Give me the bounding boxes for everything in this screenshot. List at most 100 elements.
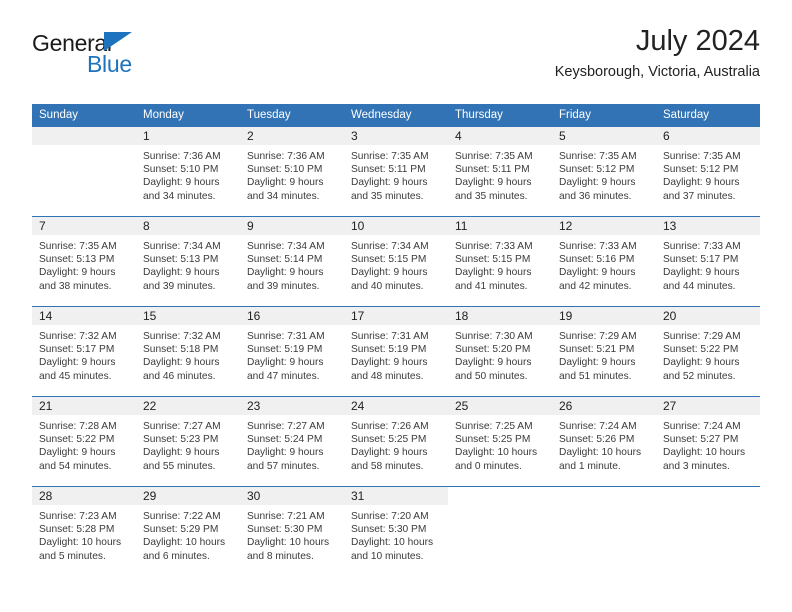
day-details: Sunrise: 7:34 AM Sunset: 5:13 PM Daylight:… (136, 235, 240, 293)
day-cell-inner: 18 Sunrise: 7:30 AM Sunset: 5:20 PM Dayligh… (448, 307, 552, 396)
sunrise-time: Sunrise: 7:34 AM (143, 241, 221, 252)
day-cell-inner: 25 Sunrise: 7:25 AM Sunset: 5:25 PM Dayligh… (448, 397, 552, 486)
daylight-duration-line1: Daylight: 10 hours (455, 447, 538, 459)
sunset-time: Sunset: 5:26 PM (559, 434, 635, 446)
daylight-duration-line1: Daylight: 9 hours (351, 267, 428, 279)
calendar-day-cell[interactable]: 6 Sunrise: 7:35 AM Sunset: 5:12 PM Daylight… (656, 127, 760, 217)
sunrise-time: Sunrise: 7:29 AM (663, 331, 741, 342)
calendar-day-cell[interactable]: 30 Sunrise: 7:21 AM Sunset: 5:30 PM Dayligh… (240, 486, 344, 576)
calendar-header-row: Sunday Monday Tuesday Wednesday Thursday… (32, 104, 760, 127)
daylight-duration-line1: Daylight: 9 hours (39, 267, 116, 279)
calendar-day-cell[interactable]: 24 Sunrise: 7:26 AM Sunset: 5:25 PM Dayligh… (344, 396, 448, 487)
sunset-time: Sunset: 5:25 PM (351, 434, 427, 446)
calendar-day-cell[interactable] (552, 486, 656, 576)
daylight-duration-line2: and 3 minutes. (663, 460, 730, 472)
daylight-duration-line1: Daylight: 9 hours (39, 357, 116, 369)
daylight-duration-line1: Daylight: 9 hours (455, 177, 532, 189)
sunrise-time: Sunrise: 7:29 AM (559, 331, 637, 342)
calendar-day-cell[interactable]: 4 Sunrise: 7:35 AM Sunset: 5:11 PM Daylight… (448, 127, 552, 217)
daylight-duration-line1: Daylight: 9 hours (559, 177, 636, 189)
daylight-duration-line2: and 42 minutes. (559, 280, 632, 292)
day-number: 12 (552, 217, 656, 235)
calendar-day-cell[interactable]: 21 Sunrise: 7:28 AM Sunset: 5:22 PM Dayligh… (32, 396, 136, 487)
sunrise-time: Sunrise: 7:22 AM (143, 511, 221, 522)
calendar-body: 1 Sunrise: 7:36 AM Sunset: 5:10 PM Daylight… (32, 127, 760, 576)
calendar-day-cell[interactable]: 10 Sunrise: 7:34 AM Sunset: 5:15 PM Dayligh… (344, 216, 448, 307)
calendar-day-cell[interactable]: 16 Sunrise: 7:31 AM Sunset: 5:19 PM Dayligh… (240, 306, 344, 397)
day-cell-inner (552, 487, 656, 576)
daylight-duration-line2: and 34 minutes. (143, 190, 216, 202)
daylight-duration-line2: and 36 minutes. (559, 190, 632, 202)
day-cell-inner: 5 Sunrise: 7:35 AM Sunset: 5:12 PM Daylight… (552, 127, 656, 216)
calendar-day-cell[interactable] (656, 486, 760, 576)
daylight-duration-line1: Daylight: 9 hours (247, 177, 324, 189)
day-cell-inner: 12 Sunrise: 7:33 AM Sunset: 5:16 PM Dayligh… (552, 217, 656, 306)
calendar-day-cell[interactable]: 31 Sunrise: 7:20 AM Sunset: 5:30 PM Dayligh… (344, 486, 448, 576)
day-number: 15 (136, 307, 240, 325)
calendar-day-cell[interactable]: 18 Sunrise: 7:30 AM Sunset: 5:20 PM Dayligh… (448, 306, 552, 397)
sunrise-time: Sunrise: 7:36 AM (143, 151, 221, 162)
daylight-duration-line1: Daylight: 9 hours (559, 357, 636, 369)
calendar-day-cell[interactable]: 14 Sunrise: 7:32 AM Sunset: 5:17 PM Dayligh… (32, 306, 136, 397)
day-number: 29 (136, 487, 240, 505)
calendar-day-cell[interactable]: 26 Sunrise: 7:24 AM Sunset: 5:26 PM Dayligh… (552, 396, 656, 487)
calendar-day-cell[interactable]: 20 Sunrise: 7:29 AM Sunset: 5:22 PM Dayligh… (656, 306, 760, 397)
day-number (552, 487, 656, 505)
daylight-duration-line1: Daylight: 9 hours (455, 267, 532, 279)
daylight-duration-line2: and 39 minutes. (247, 280, 320, 292)
calendar-day-cell[interactable]: 22 Sunrise: 7:27 AM Sunset: 5:23 PM Dayligh… (136, 396, 240, 487)
day-cell-inner: 10 Sunrise: 7:34 AM Sunset: 5:15 PM Dayligh… (344, 217, 448, 306)
calendar-day-cell[interactable]: 25 Sunrise: 7:25 AM Sunset: 5:25 PM Dayligh… (448, 396, 552, 487)
calendar-day-cell[interactable]: 29 Sunrise: 7:22 AM Sunset: 5:29 PM Dayligh… (136, 486, 240, 576)
daylight-duration-line1: Daylight: 9 hours (143, 177, 220, 189)
daylight-duration-line2: and 46 minutes. (143, 370, 216, 382)
calendar-day-cell[interactable]: 17 Sunrise: 7:31 AM Sunset: 5:19 PM Dayligh… (344, 306, 448, 397)
calendar-day-cell[interactable]: 19 Sunrise: 7:29 AM Sunset: 5:21 PM Dayligh… (552, 306, 656, 397)
calendar-week-row: 7 Sunrise: 7:35 AM Sunset: 5:13 PM Daylight… (32, 216, 760, 307)
weekday-header-monday: Monday (136, 104, 240, 127)
calendar-day-cell[interactable]: 23 Sunrise: 7:27 AM Sunset: 5:24 PM Dayligh… (240, 396, 344, 487)
daylight-duration-line2: and 5 minutes. (39, 550, 106, 562)
sunrise-time: Sunrise: 7:33 AM (559, 241, 637, 252)
calendar-day-cell[interactable]: 8 Sunrise: 7:34 AM Sunset: 5:13 PM Daylight… (136, 216, 240, 307)
day-details: Sunrise: 7:28 AM Sunset: 5:22 PM Daylight:… (32, 415, 136, 473)
calendar-day-cell[interactable] (32, 127, 136, 217)
sunrise-time: Sunrise: 7:27 AM (247, 421, 325, 432)
day-cell-inner (448, 487, 552, 576)
day-cell-inner: 26 Sunrise: 7:24 AM Sunset: 5:26 PM Dayligh… (552, 397, 656, 486)
day-number: 22 (136, 397, 240, 415)
calendar-day-cell[interactable]: 12 Sunrise: 7:33 AM Sunset: 5:16 PM Dayligh… (552, 216, 656, 307)
calendar-day-cell[interactable]: 5 Sunrise: 7:35 AM Sunset: 5:12 PM Daylight… (552, 127, 656, 217)
calendar-day-cell[interactable]: 27 Sunrise: 7:24 AM Sunset: 5:27 PM Dayligh… (656, 396, 760, 487)
calendar-day-cell[interactable]: 2 Sunrise: 7:36 AM Sunset: 5:10 PM Daylight… (240, 127, 344, 217)
day-details: Sunrise: 7:32 AM Sunset: 5:18 PM Daylight:… (136, 325, 240, 383)
day-cell-inner: 20 Sunrise: 7:29 AM Sunset: 5:22 PM Dayligh… (656, 307, 760, 396)
calendar-day-cell[interactable]: 9 Sunrise: 7:34 AM Sunset: 5:14 PM Daylight… (240, 216, 344, 307)
daylight-duration-line2: and 8 minutes. (247, 550, 314, 562)
general-blue-logo[interactable]: General Blue (32, 30, 272, 88)
calendar-day-cell[interactable]: 1 Sunrise: 7:36 AM Sunset: 5:10 PM Daylight… (136, 127, 240, 217)
daylight-duration-line2: and 35 minutes. (455, 190, 528, 202)
day-number: 6 (656, 127, 760, 145)
sunset-time: Sunset: 5:16 PM (559, 254, 635, 266)
calendar-day-cell[interactable]: 13 Sunrise: 7:33 AM Sunset: 5:17 PM Dayligh… (656, 216, 760, 307)
day-cell-inner: 16 Sunrise: 7:31 AM Sunset: 5:19 PM Dayligh… (240, 307, 344, 396)
sunrise-time: Sunrise: 7:34 AM (247, 241, 325, 252)
daylight-duration-line2: and 39 minutes. (143, 280, 216, 292)
calendar-day-cell[interactable] (448, 486, 552, 576)
sunset-time: Sunset: 5:28 PM (39, 524, 115, 536)
calendar-day-cell[interactable]: 7 Sunrise: 7:35 AM Sunset: 5:13 PM Daylight… (32, 216, 136, 307)
calendar-day-cell[interactable]: 15 Sunrise: 7:32 AM Sunset: 5:18 PM Dayligh… (136, 306, 240, 397)
page-title: July 2024 (635, 25, 760, 57)
day-number: 21 (32, 397, 136, 415)
calendar-day-cell[interactable]: 11 Sunrise: 7:33 AM Sunset: 5:15 PM Dayligh… (448, 216, 552, 307)
calendar-day-cell[interactable]: 3 Sunrise: 7:35 AM Sunset: 5:11 PM Daylight… (344, 127, 448, 217)
day-number: 17 (344, 307, 448, 325)
day-cell-inner: 6 Sunrise: 7:35 AM Sunset: 5:12 PM Daylight… (656, 127, 760, 216)
calendar-day-cell[interactable]: 28 Sunrise: 7:23 AM Sunset: 5:28 PM Dayligh… (32, 486, 136, 576)
day-cell-inner: 7 Sunrise: 7:35 AM Sunset: 5:13 PM Daylight… (32, 217, 136, 306)
day-number: 27 (656, 397, 760, 415)
sunrise-time: Sunrise: 7:25 AM (455, 421, 533, 432)
day-number: 4 (448, 127, 552, 145)
daylight-duration-line2: and 47 minutes. (247, 370, 320, 382)
